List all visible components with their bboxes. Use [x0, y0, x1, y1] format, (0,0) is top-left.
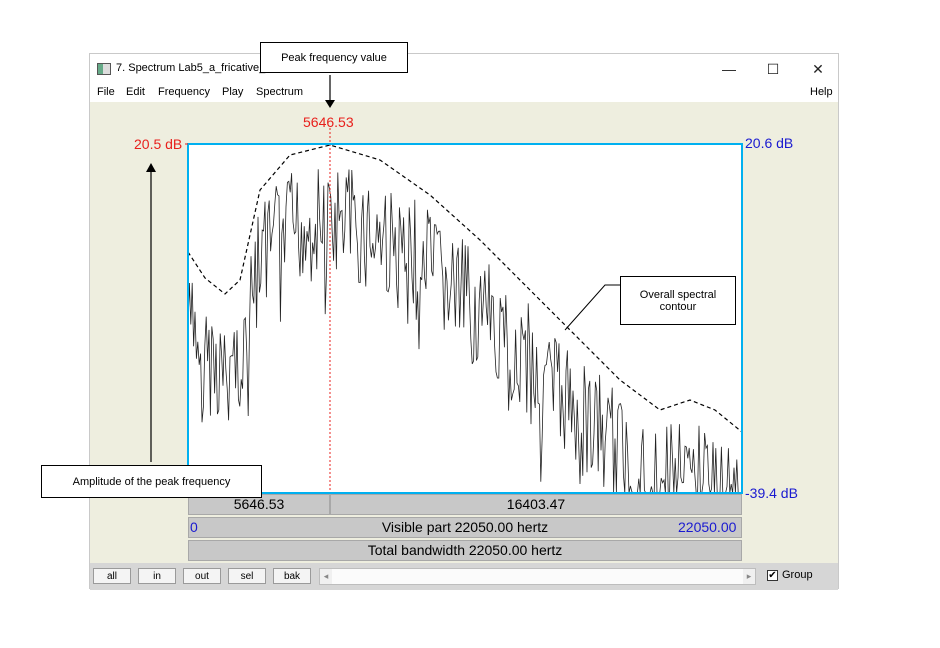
cursor-right-cell[interactable]: 16403.47 [330, 494, 742, 515]
visible-end-label: 22050.00 [678, 519, 737, 535]
peak-amplitude-callout-text: Amplitude of the peak frequency [72, 475, 231, 488]
max-db-label: 20.6 dB [745, 135, 794, 151]
visible-part-cell[interactable]: Visible part 22050.00 hertz [188, 517, 742, 538]
peak-value-arrowhead [325, 100, 335, 108]
contour-callout-text: Overall spectral contour [639, 288, 717, 313]
contour-callout: Overall spectral contour [620, 276, 736, 325]
amplitude-arrowhead [146, 163, 156, 172]
min-db-label: -39.4 dB [745, 485, 798, 501]
visible-start-label: 0 [190, 519, 198, 535]
peak-amplitude-callout: Amplitude of the peak frequency [41, 465, 262, 498]
peak-value-callout-text: Peak frequency value [281, 51, 387, 64]
peak-amplitude-value: 20.5 dB [134, 136, 183, 152]
total-bandwidth-cell[interactable]: Total bandwidth 22050.00 hertz [188, 540, 742, 561]
peak-frequency-value: 5646.53 [303, 114, 354, 130]
peak-value-callout: Peak frequency value [260, 42, 408, 73]
